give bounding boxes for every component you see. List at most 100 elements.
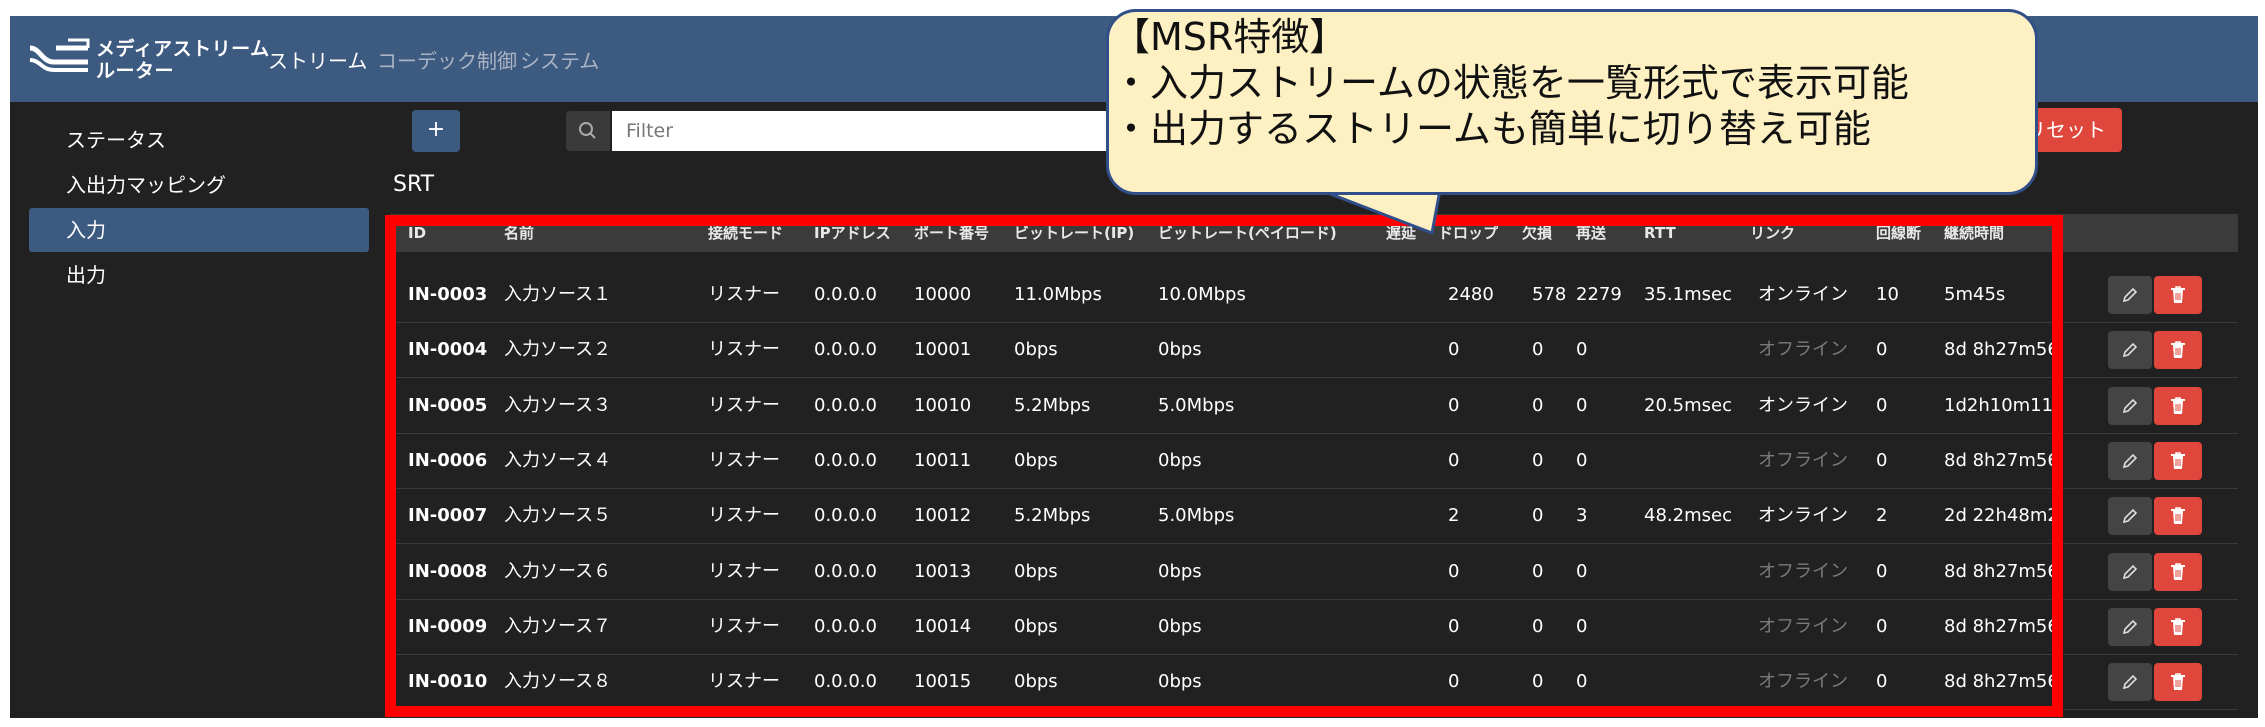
latency-cell: [1386, 545, 1436, 599]
link-status-cell: オフライン: [1758, 339, 1848, 361]
link-status-cell: オフライン: [1758, 615, 1848, 637]
connection-mode-cell: リスナー: [708, 284, 780, 305]
link-status-cell: オフライン: [1758, 671, 1848, 693]
pencil-icon: [2122, 509, 2138, 524]
search-icon: [579, 122, 596, 139]
trash-icon: [2171, 286, 2185, 303]
edit-button[interactable]: [2108, 497, 2152, 536]
edit-button[interactable]: [2108, 441, 2152, 480]
table-row[interactable]: IN-0005 入力ソース３ リスナー 0.0.0.0 10010 5.2Mbps 5.0M…: [390, 379, 2238, 434]
drop-cell: 0: [1448, 449, 1460, 471]
sidebar-item-output[interactable]: 出力: [29, 253, 369, 297]
port-cell: 10013: [914, 560, 972, 582]
sidebar-item-status[interactable]: ステータス: [29, 118, 369, 162]
ip-address-cell: 0.0.0.0: [814, 615, 877, 637]
loss-cell: 0: [1532, 394, 1544, 416]
nav-codec-control[interactable]: コーデック制御: [377, 45, 517, 74]
table-row[interactable]: IN-0003 入力ソース１ リスナー 0.0.0.0 10000 11.0Mbps 10.…: [390, 268, 2238, 323]
trash-icon: [2171, 617, 2185, 635]
edit-button[interactable]: [2108, 607, 2152, 646]
bitrate-payload-cell: 5.0Mbps: [1158, 394, 1235, 416]
callout-heading: 【MSR特徴】: [1112, 15, 1348, 59]
duration-cell: 5m45s: [1944, 284, 2006, 305]
rtt-cell: [1644, 655, 1744, 709]
pencil-icon: [2122, 619, 2138, 634]
bitrate-ip-cell: 5.2Mbps: [1014, 505, 1091, 527]
link-status-cell: オンライン: [1758, 394, 1848, 416]
add-button[interactable]: +: [412, 110, 460, 152]
sidebar-item-input[interactable]: 入力: [29, 208, 369, 252]
delete-button[interactable]: [2154, 386, 2202, 425]
table-row[interactable]: IN-0009 入力ソース７ リスナー 0.0.0.0 10014 0bps 0bps 0 0 0…: [390, 600, 2238, 655]
ip-address-cell: 0.0.0.0: [814, 671, 877, 693]
delete-button[interactable]: [2154, 607, 2202, 646]
nav-system[interactable]: システム: [520, 45, 599, 74]
nav-stream[interactable]: ストリーム: [268, 45, 367, 74]
delete-button[interactable]: [2154, 552, 2202, 591]
col-name-header[interactable]: 名前: [504, 214, 534, 252]
col-disconnects-header[interactable]: 回線断: [1876, 214, 1921, 252]
col-rtt-header[interactable]: RTT: [1644, 214, 1676, 252]
sidebar: ステータス 入出力マッピング 入力 出力: [10, 102, 370, 718]
retransmit-cell: 3: [1576, 505, 1588, 527]
trash-icon: [2171, 562, 2185, 580]
col-retransmit-header[interactable]: 再送: [1576, 214, 1606, 252]
trash-icon: [2171, 396, 2185, 414]
retransmit-cell: 0: [1576, 449, 1588, 471]
connection-mode-cell: リスナー: [708, 560, 780, 582]
col-id-header[interactable]: ID: [408, 214, 426, 252]
id-cell: IN-0005: [408, 394, 488, 416]
trash-icon: [2171, 341, 2185, 359]
name-cell: 入力ソース７: [504, 615, 612, 637]
col-ip-address-header[interactable]: IPアドレス: [814, 214, 891, 252]
connection-mode-cell: リスナー: [708, 449, 780, 471]
drop-cell: 0: [1448, 671, 1460, 693]
sidebar-item-io-mapping[interactable]: 入出力マッピング: [29, 163, 369, 207]
col-connection-mode-header[interactable]: 接続モード: [708, 214, 783, 252]
pencil-icon: [2122, 287, 2138, 303]
table-row[interactable]: IN-0007 入力ソース５ リスナー 0.0.0.0 10012 5.2Mbps 5.0M…: [390, 489, 2238, 545]
bitrate-ip-cell: 5.2Mbps: [1014, 394, 1091, 416]
table-row[interactable]: IN-0004 入力ソース２ リスナー 0.0.0.0 10001 0bps 0bps 0 0 0…: [390, 323, 2238, 379]
bitrate-payload-cell: 0bps: [1158, 449, 1202, 471]
latency-cell: [1386, 434, 1436, 488]
edit-button[interactable]: [2108, 386, 2152, 425]
name-cell: 入力ソース５: [504, 505, 612, 527]
col-duration-header[interactable]: 継続時間: [1944, 214, 2004, 252]
latency-cell: [1386, 379, 1436, 433]
edit-button[interactable]: [2108, 331, 2152, 370]
connection-mode-cell: リスナー: [708, 615, 780, 637]
delete-button[interactable]: [2154, 441, 2202, 480]
edit-button[interactable]: [2108, 663, 2152, 702]
disconnects-cell: 0: [1876, 394, 1888, 416]
edit-button[interactable]: [2108, 276, 2152, 314]
table-row[interactable]: IN-0010 入力ソース８ リスナー 0.0.0.0 10015 0bps 0bps 0 0 0…: [390, 655, 2238, 711]
drop-cell: 0: [1448, 560, 1460, 582]
duration-cell: 2d 22h48m28s: [1944, 505, 2054, 527]
retransmit-cell: 0: [1576, 560, 1588, 582]
bitrate-payload-cell: 0bps: [1158, 560, 1202, 582]
callout-point-2: ・出力するストリームも簡単に切り替え可能: [1112, 107, 1871, 151]
table-row[interactable]: IN-0006 入力ソース４ リスナー 0.0.0.0 10011 0bps 0bps 0 0 0…: [390, 434, 2238, 489]
search-icon-box: [566, 111, 610, 151]
delete-button[interactable]: [2154, 663, 2202, 702]
table-row[interactable]: IN-0008 入力ソース６ リスナー 0.0.0.0 10013 0bps 0bps 0 0 0…: [390, 545, 2238, 600]
duration-cell: 8d 8h27m56s: [1944, 671, 2054, 693]
callout-tail: [1318, 190, 1442, 235]
ip-address-cell: 0.0.0.0: [814, 339, 877, 361]
delete-button[interactable]: [2154, 331, 2202, 370]
delete-button[interactable]: [2154, 497, 2202, 536]
loss-cell: 0: [1532, 671, 1544, 693]
drop-cell: 0: [1448, 615, 1460, 637]
edit-button[interactable]: [2108, 552, 2152, 591]
filter-input[interactable]: [612, 111, 1172, 151]
col-link-header[interactable]: リンク: [1750, 214, 1795, 252]
col-bitrate-ip-header[interactable]: ビットレート(IP): [1014, 214, 1134, 252]
pencil-icon: [2122, 564, 2138, 579]
col-loss-header[interactable]: 欠損: [1522, 214, 1552, 252]
ip-address-cell: 0.0.0.0: [814, 394, 877, 416]
delete-button[interactable]: [2154, 276, 2202, 314]
col-port-header[interactable]: ポート番号: [914, 214, 989, 252]
bitrate-ip-cell: 0bps: [1014, 671, 1058, 693]
logo-line-1: メディアストリーム: [96, 38, 270, 60]
